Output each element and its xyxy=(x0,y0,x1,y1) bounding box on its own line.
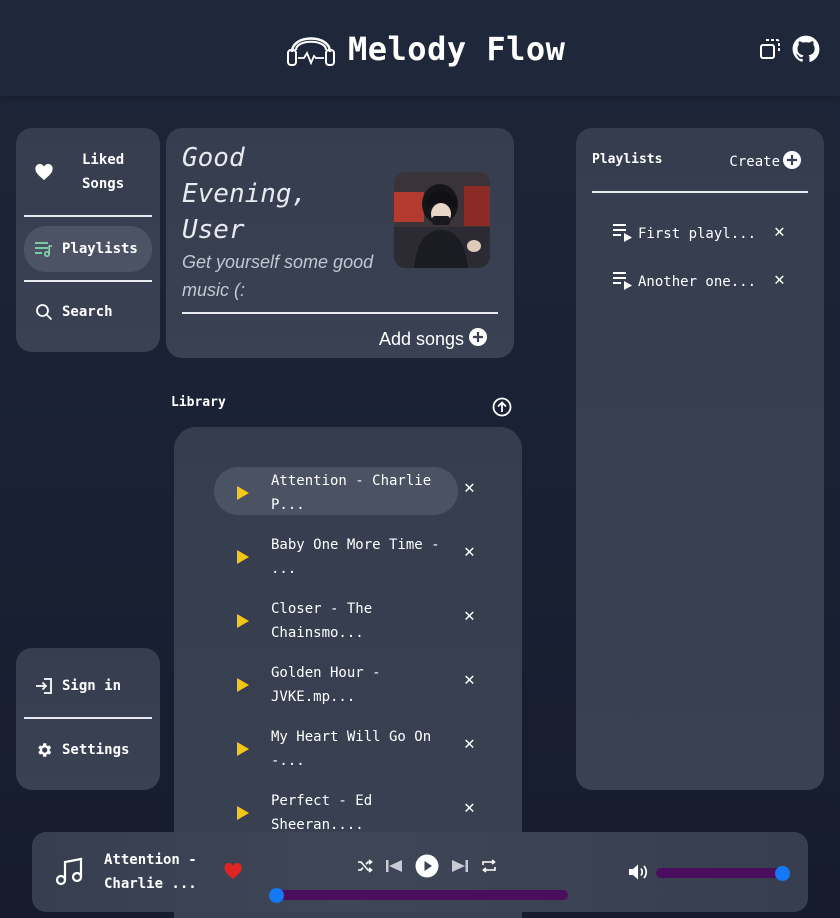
settings-button[interactable]: Settings xyxy=(24,730,152,770)
sidebar-item-label: Playlists xyxy=(62,241,138,257)
sidebar-bottom: Sign in Settings xyxy=(16,648,160,790)
shuffle-icon[interactable] xyxy=(357,858,373,878)
playlist-name: Another one... xyxy=(638,274,757,290)
progress-bar[interactable] xyxy=(269,887,568,903)
repeat-icon[interactable] xyxy=(481,858,497,878)
remove-song-icon[interactable]: ✕ xyxy=(464,605,475,626)
top-bar: Melody Flow xyxy=(0,0,840,96)
remove-song-icon[interactable]: ✕ xyxy=(464,797,475,818)
headphones-icon xyxy=(286,26,336,72)
volume-slider[interactable] xyxy=(656,865,790,881)
sign-in-button[interactable]: Sign in xyxy=(24,666,152,706)
greeting-card: Good Evening, User Get yourself some goo… xyxy=(166,128,514,358)
liked-heart-icon[interactable] xyxy=(223,862,243,884)
add-songs-label: Add songs xyxy=(378,329,464,349)
next-icon[interactable] xyxy=(451,858,469,878)
song-title: Golden Hour - JVKE.mp... xyxy=(271,665,381,705)
play-triangle-icon[interactable] xyxy=(236,677,250,696)
remove-playlist-icon[interactable]: ✕ xyxy=(774,269,785,290)
gear-icon xyxy=(34,741,54,759)
song-title: Baby One More Time - ... xyxy=(271,537,440,577)
playlists-title: Playlists xyxy=(592,152,663,167)
song-item[interactable]: Attention - Charlie P... xyxy=(214,467,458,515)
divider xyxy=(24,280,152,282)
sign-in-icon xyxy=(34,677,54,695)
sidebar-item-search[interactable]: Search xyxy=(24,290,152,334)
sidebar-nav: Liked Songs Playlists Search xyxy=(16,128,160,352)
song-title: Closer - The Chainsmo... xyxy=(271,601,373,641)
player-bar: Attention - Charlie ... xyxy=(32,832,808,912)
scroll-up-icon[interactable] xyxy=(492,397,512,421)
library-label: Library xyxy=(171,395,226,410)
sidebar-item-liked-songs[interactable]: Liked Songs xyxy=(24,150,152,194)
playlist-music-icon xyxy=(34,240,54,258)
sidebar-item-label: Liked Songs xyxy=(82,152,125,192)
now-playing-title: Attention - Charlie ... xyxy=(104,852,197,892)
progress-knob[interactable] xyxy=(269,887,284,903)
divider xyxy=(24,717,152,719)
github-icon[interactable] xyxy=(792,35,820,67)
plus-circle-icon xyxy=(782,150,802,174)
create-label: Create xyxy=(729,154,780,170)
queue-play-icon xyxy=(612,222,634,246)
greeting-title: Good Evening, User xyxy=(182,143,308,245)
song-title: My Heart Will Go On -... xyxy=(271,729,432,769)
remove-song-icon[interactable]: ✕ xyxy=(464,733,475,754)
playlists-panel: Playlists Create First playl... ✕ Another … xyxy=(576,128,824,790)
divider xyxy=(182,312,498,314)
playlist-item[interactable]: Another one... xyxy=(612,270,756,294)
play-triangle-icon[interactable] xyxy=(236,805,250,824)
playlist-item[interactable]: First playl... xyxy=(612,222,756,246)
play-icon[interactable] xyxy=(415,854,439,882)
remove-playlist-icon[interactable]: ✕ xyxy=(774,221,785,242)
divider xyxy=(592,191,808,193)
song-item[interactable]: Golden Hour - JVKE.mp... xyxy=(214,659,458,707)
song-title: Perfect - Ed Sheeran.... xyxy=(271,793,373,833)
avatar xyxy=(394,172,490,268)
copy-icon[interactable] xyxy=(758,37,782,65)
play-triangle-icon[interactable] xyxy=(236,485,250,504)
song-item[interactable]: Closer - The Chainsmo... xyxy=(214,595,458,643)
divider xyxy=(24,215,152,217)
queue-play-icon xyxy=(612,270,634,294)
play-triangle-icon[interactable] xyxy=(236,613,250,632)
previous-icon[interactable] xyxy=(385,858,403,878)
remove-song-icon[interactable]: ✕ xyxy=(464,669,475,690)
play-triangle-icon[interactable] xyxy=(236,549,250,568)
song-item[interactable]: Baby One More Time - ... xyxy=(214,531,458,579)
volume-knob[interactable] xyxy=(775,865,790,881)
volume-icon[interactable] xyxy=(628,863,650,885)
settings-label: Settings xyxy=(62,742,130,758)
greeting-subtitle: Get yourself some good music (: xyxy=(182,252,374,300)
remove-song-icon[interactable]: ✕ xyxy=(464,477,475,498)
create-playlist-button[interactable]: Create xyxy=(729,150,802,174)
sidebar-item-playlists[interactable]: Playlists xyxy=(24,226,152,272)
play-triangle-icon[interactable] xyxy=(236,741,250,760)
app-title: Melody Flow xyxy=(348,30,566,68)
music-note-icon xyxy=(54,856,86,892)
song-title: Attention - Charlie P... xyxy=(271,473,432,513)
heart-icon xyxy=(34,163,54,181)
sign-in-label: Sign in xyxy=(62,678,122,694)
brand[interactable]: Melody Flow xyxy=(286,26,565,72)
song-item[interactable]: My Heart Will Go On -... xyxy=(214,723,458,771)
playlist-name: First playl... xyxy=(638,226,757,242)
search-icon xyxy=(34,303,54,321)
sidebar-item-label: Search xyxy=(62,304,113,320)
plus-circle-icon xyxy=(468,327,488,352)
remove-song-icon[interactable]: ✕ xyxy=(464,541,475,562)
song-item[interactable]: Perfect - Ed Sheeran.... xyxy=(214,787,458,835)
add-songs-button[interactable]: Add songs xyxy=(379,327,488,352)
